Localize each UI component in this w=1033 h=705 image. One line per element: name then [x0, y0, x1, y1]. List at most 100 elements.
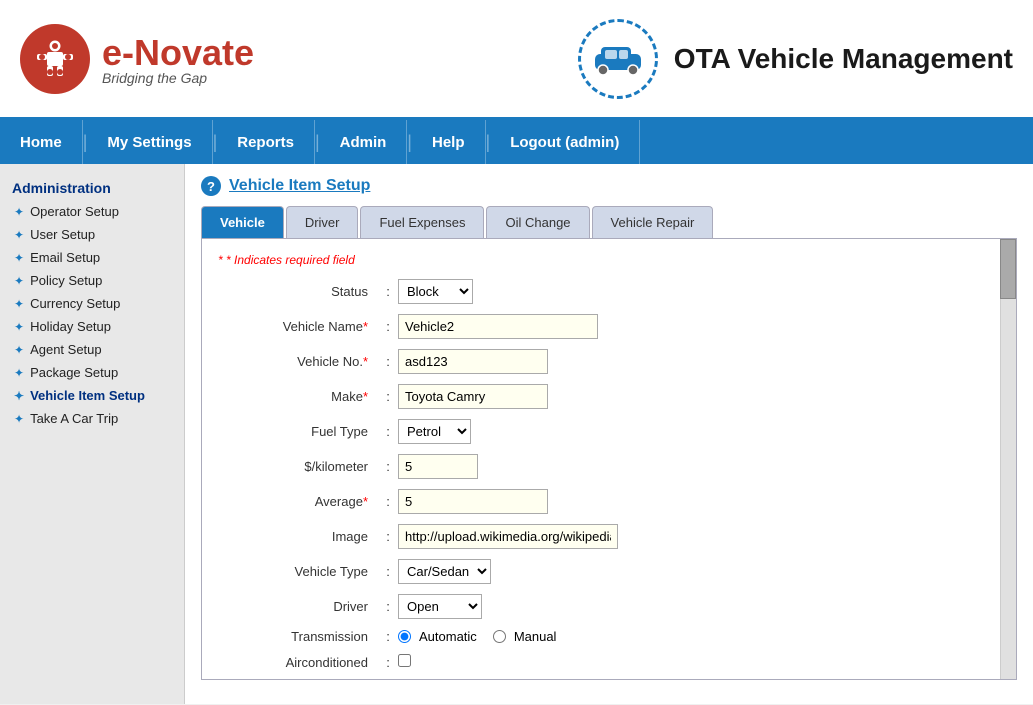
driver-select[interactable]: Open Assigned: [398, 594, 482, 619]
vehicle-type-select[interactable]: Car/Sedan SUV Truck Van Bus: [398, 559, 491, 584]
tab-vehicle-repair[interactable]: Vehicle Repair: [592, 206, 714, 238]
sidebar-section-title: Administration: [0, 174, 184, 200]
transmission-manual-radio[interactable]: [493, 630, 506, 643]
dollar-per-km-label: $/kilometer: [218, 459, 378, 474]
scrollbar-track[interactable]: [1000, 239, 1016, 679]
fuel-type-input[interactable]: Petrol Diesel Electric Hybrid: [398, 419, 798, 444]
image-input[interactable]: [398, 524, 798, 549]
gear-icon: ✦: [14, 205, 24, 219]
scrollbar-thumb[interactable]: [1000, 239, 1016, 299]
average-label: Average*: [218, 494, 378, 509]
image-field[interactable]: [398, 524, 618, 549]
sidebar-item-policy-setup[interactable]: ✦ Policy Setup: [0, 269, 184, 292]
sidebar-item-vehicle-item-setup[interactable]: ✦ Vehicle Item Setup: [0, 384, 184, 407]
gear-icon: ✦: [14, 251, 24, 265]
gear-icon: ✦: [14, 297, 24, 311]
sidebar-item-email-setup[interactable]: ✦ Email Setup: [0, 246, 184, 269]
vehicle-no-field[interactable]: [398, 349, 548, 374]
gear-icon: ✦: [14, 274, 24, 288]
main-layout: Administration ✦ Operator Setup ✦ User S…: [0, 164, 1033, 704]
required-note: * * Indicates required field: [218, 253, 986, 267]
gear-icon: ✦: [14, 389, 24, 403]
gear-icon: ✦: [14, 228, 24, 242]
ota-title: OTA Vehicle Management: [674, 42, 1013, 76]
nav-admin[interactable]: Admin: [320, 120, 408, 164]
vehicle-type-input[interactable]: Car/Sedan SUV Truck Van Bus: [398, 559, 798, 584]
tab-oil-change[interactable]: Oil Change: [486, 206, 589, 238]
fuel-type-row: Fuel Type : Petrol Diesel Electric Hybri…: [218, 419, 986, 444]
gear-icon: ✦: [14, 412, 24, 426]
logo-brand: e-Novate: [102, 32, 254, 74]
vehicle-no-label: Vehicle No.*: [218, 354, 378, 369]
transmission-automatic-radio[interactable]: [398, 630, 411, 643]
driver-input[interactable]: Open Assigned: [398, 594, 798, 619]
image-label: Image: [218, 529, 378, 544]
form-scroll-area[interactable]: * * Indicates required field Status : Bl…: [202, 239, 1016, 679]
sidebar-item-holiday-setup[interactable]: ✦ Holiday Setup: [0, 315, 184, 338]
fuel-type-select[interactable]: Petrol Diesel Electric Hybrid: [398, 419, 471, 444]
average-row: Average* :: [218, 489, 986, 514]
sidebar-item-agent-setup[interactable]: ✦ Agent Setup: [0, 338, 184, 361]
airconditioned-label: Airconditioned: [218, 655, 378, 670]
nav-reports[interactable]: Reports: [217, 120, 315, 164]
dollar-per-km-row: $/kilometer :: [218, 454, 986, 479]
header: e-Novate Bridging the Gap OTA Vehicle Ma…: [0, 0, 1033, 120]
transmission-input: Automatic Manual: [398, 629, 798, 644]
tab-bar: Vehicle Driver Fuel Expenses Oil Change …: [201, 206, 1017, 238]
airconditioned-row: Airconditioned :: [218, 654, 986, 670]
logo-right: OTA Vehicle Management: [578, 19, 1013, 99]
tab-driver[interactable]: Driver: [286, 206, 359, 238]
page-title: Vehicle Item Setup: [229, 177, 370, 195]
vehicle-no-input[interactable]: [398, 349, 798, 374]
status-select[interactable]: Block Active Inactive: [398, 279, 473, 304]
status-row: Status : Block Active Inactive: [218, 279, 986, 304]
dollar-per-km-field[interactable]: [398, 454, 478, 479]
nav-logout[interactable]: Logout (admin): [490, 120, 640, 164]
logo-tagline: Bridging the Gap: [102, 70, 254, 86]
average-input[interactable]: [398, 489, 798, 514]
nav-help[interactable]: Help: [412, 120, 486, 164]
sidebar-item-package-setup[interactable]: ✦ Package Setup: [0, 361, 184, 384]
make-input[interactable]: [398, 384, 798, 409]
gear-icon: ✦: [14, 320, 24, 334]
transmission-label: Transmission: [218, 629, 378, 644]
dollar-per-km-input[interactable]: [398, 454, 798, 479]
average-field[interactable]: [398, 489, 548, 514]
status-input[interactable]: Block Active Inactive: [398, 279, 798, 304]
vehicle-type-row: Vehicle Type : Car/Sedan SUV Truck Van B…: [218, 559, 986, 584]
sidebar-item-user-setup[interactable]: ✦ User Setup: [0, 223, 184, 246]
make-field[interactable]: [398, 384, 548, 409]
nav-my-settings[interactable]: My Settings: [87, 120, 212, 164]
vehicle-name-field[interactable]: [398, 314, 598, 339]
sidebar-item-currency-setup[interactable]: ✦ Currency Setup: [0, 292, 184, 315]
ota-vehicle-icon: [578, 19, 658, 99]
vehicle-type-label: Vehicle Type: [218, 564, 378, 579]
transmission-row: Transmission : Automatic Manual: [218, 629, 986, 644]
vehicle-name-label: Vehicle Name*: [218, 319, 378, 334]
image-row: Image :: [218, 524, 986, 549]
logo-brand-prefix: e-: [102, 32, 134, 73]
gear-icon: ✦: [14, 366, 24, 380]
make-label: Make*: [218, 389, 378, 404]
content-area: ? Vehicle Item Setup Vehicle Driver Fuel…: [185, 164, 1033, 704]
vehicle-name-input[interactable]: [398, 314, 798, 339]
tab-fuel-expenses[interactable]: Fuel Expenses: [360, 206, 484, 238]
transmission-automatic-label[interactable]: Automatic: [398, 629, 477, 644]
make-row: Make* :: [218, 384, 986, 409]
driver-row: Driver : Open Assigned: [218, 594, 986, 619]
vehicle-name-row: Vehicle Name* :: [218, 314, 986, 339]
transmission-manual-label[interactable]: Manual: [493, 629, 557, 644]
page-title-bar: ? Vehicle Item Setup: [201, 176, 1017, 196]
status-label: Status: [218, 284, 378, 299]
logo-brand-suffix: Novate: [134, 32, 254, 73]
sidebar-item-operator-setup[interactable]: ✦ Operator Setup: [0, 200, 184, 223]
nav-home[interactable]: Home: [0, 120, 83, 164]
tab-vehicle[interactable]: Vehicle: [201, 206, 284, 238]
sidebar-item-take-car-trip[interactable]: ✦ Take A Car Trip: [0, 407, 184, 430]
airconditioned-checkbox[interactable]: [398, 654, 411, 667]
logo-icon: [20, 24, 90, 94]
sidebar: Administration ✦ Operator Setup ✦ User S…: [0, 164, 185, 704]
navbar: Home | My Settings | Reports | Admin | H…: [0, 120, 1033, 164]
fuel-type-label: Fuel Type: [218, 424, 378, 439]
airconditioned-input[interactable]: [398, 654, 798, 670]
